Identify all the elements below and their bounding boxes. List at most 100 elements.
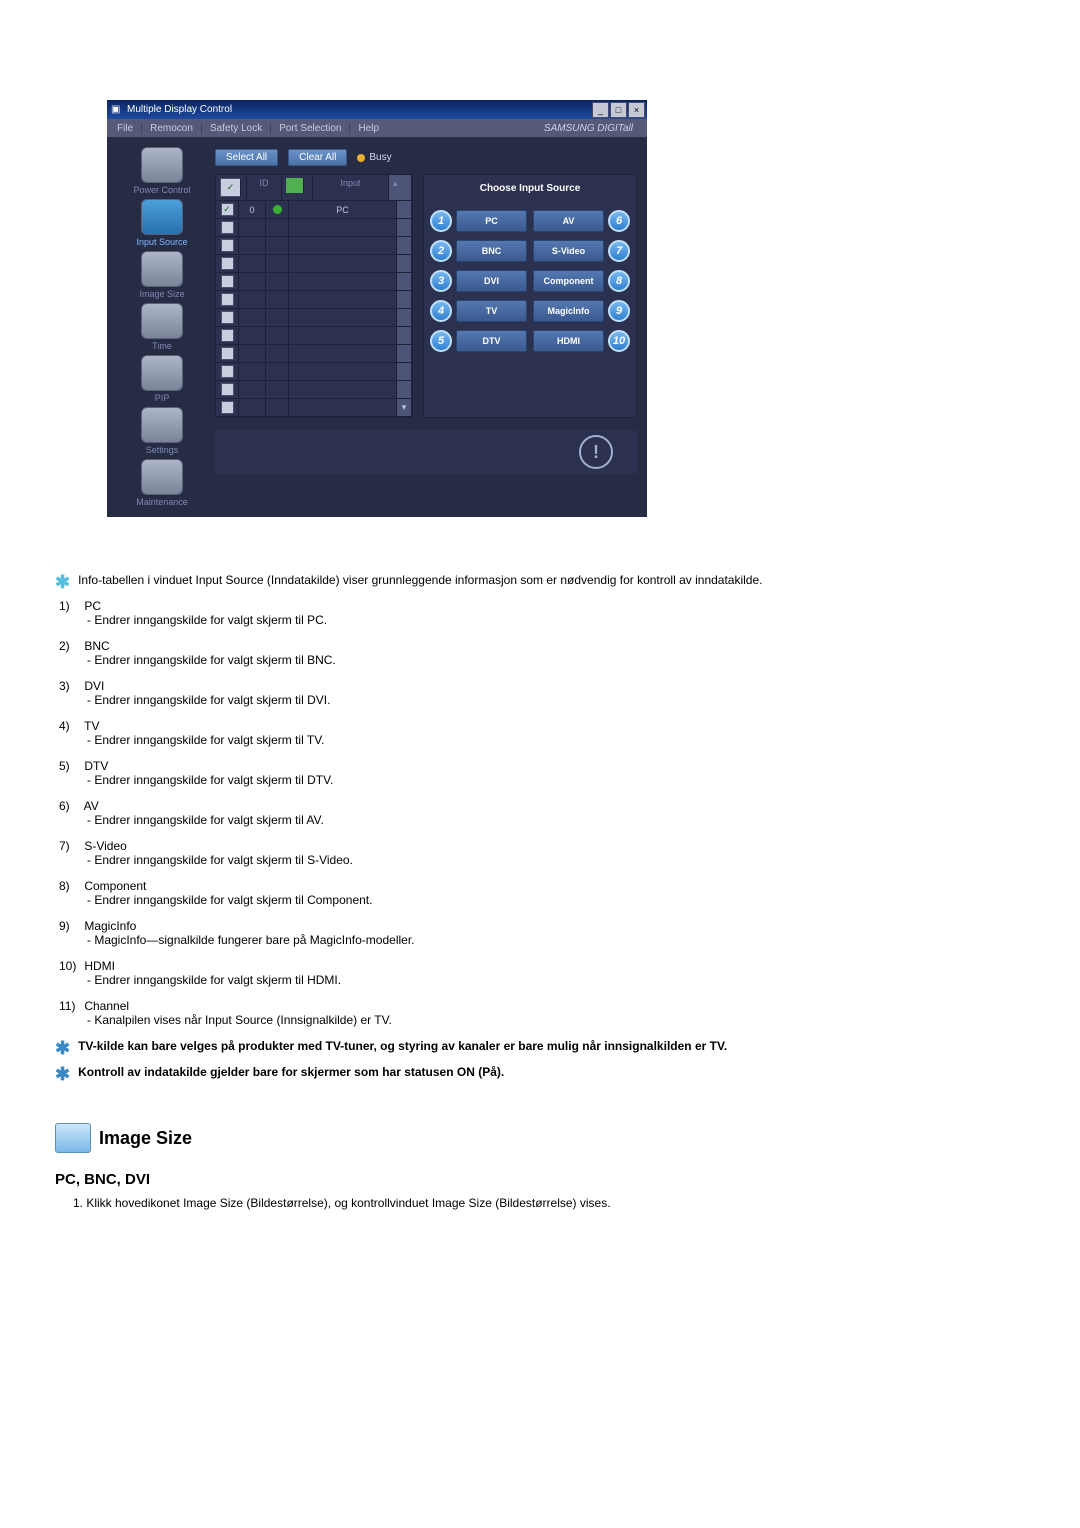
scrollbar-up[interactable]: ▴ bbox=[389, 175, 412, 200]
source-svideo-button[interactable]: S-Video bbox=[533, 240, 604, 262]
toolbar: Select All Clear All Busy bbox=[215, 147, 637, 168]
titlebar: ▣ Multiple Display Control _ □ × bbox=[107, 100, 647, 119]
list-item: 4) TV- Endrer inngangskilde for valgt sk… bbox=[59, 719, 1025, 747]
row-checkbox[interactable] bbox=[221, 293, 234, 306]
menu-bar: File Remocon Safety Lock Port Selection … bbox=[107, 119, 647, 137]
row-checkbox[interactable] bbox=[221, 401, 234, 414]
row-checkbox[interactable] bbox=[221, 347, 234, 360]
col-input: Input bbox=[313, 175, 389, 200]
sidebar-item-pip[interactable]: PIP bbox=[117, 355, 207, 403]
intro-text: Info-tabellen i vinduet Input Source (In… bbox=[78, 573, 762, 587]
app-icon: ▣ bbox=[111, 104, 123, 116]
row-checkbox[interactable] bbox=[221, 203, 234, 216]
select-all-button[interactable]: Select All bbox=[215, 149, 278, 166]
table-row[interactable] bbox=[216, 255, 412, 273]
list-item: 7) S-Video- Endrer inngangskilde for val… bbox=[59, 839, 1025, 867]
row-checkbox[interactable] bbox=[221, 383, 234, 396]
source-magicinfo-button[interactable]: MagicInfo bbox=[533, 300, 604, 322]
table-row[interactable] bbox=[216, 237, 412, 255]
source-dvi-button[interactable]: DVI bbox=[456, 270, 527, 292]
header-checkbox[interactable] bbox=[220, 178, 241, 197]
power-icon bbox=[141, 147, 183, 183]
sidebar-item-settings[interactable]: Settings bbox=[117, 407, 207, 455]
close-button[interactable]: × bbox=[628, 102, 645, 118]
section-heading: Image Size bbox=[55, 1123, 1025, 1153]
source-av-button[interactable]: AV bbox=[533, 210, 604, 232]
row-checkbox[interactable] bbox=[221, 365, 234, 378]
source-dtv-button[interactable]: DTV bbox=[456, 330, 527, 352]
window-title: Multiple Display Control bbox=[127, 104, 232, 115]
info-icon[interactable]: ! bbox=[579, 435, 613, 469]
row-checkbox[interactable] bbox=[221, 221, 234, 234]
badge-6: 6 bbox=[608, 210, 630, 232]
sidebar: Power Control Input Source Image Size Ti… bbox=[117, 147, 207, 507]
table-row[interactable] bbox=[216, 309, 412, 327]
col-status bbox=[282, 175, 313, 200]
maximize-button[interactable]: □ bbox=[610, 102, 627, 118]
star-icon: ✱ bbox=[55, 1039, 70, 1057]
row-checkbox[interactable] bbox=[221, 329, 234, 342]
input-source-icon bbox=[141, 199, 183, 235]
star-icon: ✱ bbox=[55, 573, 70, 591]
note-2: ✱ Kontroll av indatakilde gjelder bare f… bbox=[55, 1065, 1025, 1083]
badge-5: 5 bbox=[430, 330, 452, 352]
table-row[interactable] bbox=[216, 363, 412, 381]
star-icon: ✱ bbox=[55, 1065, 70, 1083]
source-hdmi-button[interactable]: HDMI bbox=[533, 330, 604, 352]
list-item: 3) DVI- Endrer inngangskilde for valgt s… bbox=[59, 679, 1025, 707]
app-window: ▣ Multiple Display Control _ □ × File Re… bbox=[107, 100, 647, 517]
numbered-list: 1) PC- Endrer inngangskilde for valgt sk… bbox=[55, 599, 1025, 1027]
row-checkbox[interactable] bbox=[221, 257, 234, 270]
table-row[interactable] bbox=[216, 273, 412, 291]
list-item: 6) AV- Endrer inngangskilde for valgt sk… bbox=[59, 799, 1025, 827]
image-size-icon bbox=[141, 251, 183, 287]
table-row[interactable] bbox=[216, 291, 412, 309]
note-1: ✱ TV-kilde kan bare velges på produkter … bbox=[55, 1039, 1025, 1057]
menu-help[interactable]: Help bbox=[354, 123, 387, 134]
scroll-track[interactable] bbox=[397, 201, 412, 218]
table-row[interactable] bbox=[216, 327, 412, 345]
menu-remocon[interactable]: Remocon bbox=[146, 123, 202, 134]
sidebar-item-time[interactable]: Time bbox=[117, 303, 207, 351]
sub-heading: PC, BNC, DVI bbox=[55, 1171, 1025, 1188]
table-row[interactable] bbox=[216, 345, 412, 363]
maintenance-icon bbox=[141, 459, 183, 495]
sub-list-item: 1. Klikk hovedikonet Image Size (Bildest… bbox=[73, 1196, 1025, 1210]
minimize-button[interactable]: _ bbox=[592, 102, 609, 118]
table-row[interactable]: 0 PC bbox=[216, 201, 412, 219]
col-checkbox[interactable] bbox=[216, 175, 247, 200]
table-row[interactable] bbox=[216, 381, 412, 399]
list-item: 1) PC- Endrer inngangskilde for valgt sk… bbox=[59, 599, 1025, 627]
sidebar-item-image-size[interactable]: Image Size bbox=[117, 251, 207, 299]
brand-logo: SAMSUNG DIGITall bbox=[540, 123, 641, 134]
badge-2: 2 bbox=[430, 240, 452, 262]
image-size-section-icon bbox=[55, 1123, 91, 1153]
clear-all-button[interactable]: Clear All bbox=[288, 149, 347, 166]
row-checkbox[interactable] bbox=[221, 275, 234, 288]
source-tv-button[interactable]: TV bbox=[456, 300, 527, 322]
source-pc-button[interactable]: PC bbox=[456, 210, 527, 232]
table-row[interactable]: ▾ bbox=[216, 399, 412, 417]
sidebar-item-power-control[interactable]: Power Control bbox=[117, 147, 207, 195]
section-title: Image Size bbox=[99, 1128, 192, 1149]
col-id: ID bbox=[247, 175, 282, 200]
menu-file[interactable]: File bbox=[113, 123, 142, 134]
sidebar-item-maintenance[interactable]: Maintenance bbox=[117, 459, 207, 507]
menu-port-selection[interactable]: Port Selection bbox=[275, 123, 350, 134]
scrollbar-down[interactable]: ▾ bbox=[397, 399, 412, 416]
sidebar-item-input-source[interactable]: Input Source bbox=[117, 199, 207, 247]
time-icon bbox=[141, 303, 183, 339]
row-checkbox[interactable] bbox=[221, 311, 234, 324]
document-body: ✱ Info-tabellen i vinduet Input Source (… bbox=[55, 573, 1025, 1210]
table-row[interactable] bbox=[216, 219, 412, 237]
source-bnc-button[interactable]: BNC bbox=[456, 240, 527, 262]
menu-safety-lock[interactable]: Safety Lock bbox=[206, 123, 271, 134]
settings-icon bbox=[141, 407, 183, 443]
source-component-button[interactable]: Component bbox=[533, 270, 604, 292]
display-grid: ID Input ▴ 0 PC bbox=[215, 174, 413, 418]
row-checkbox[interactable] bbox=[221, 239, 234, 252]
list-item: 11) Channel- Kanalpilen vises når Input … bbox=[59, 999, 1025, 1027]
input-source-panel: Choose Input Source 1PC 2BNC 3DVI 4TV 5D… bbox=[423, 174, 637, 418]
pip-icon bbox=[141, 355, 183, 391]
badge-1: 1 bbox=[430, 210, 452, 232]
